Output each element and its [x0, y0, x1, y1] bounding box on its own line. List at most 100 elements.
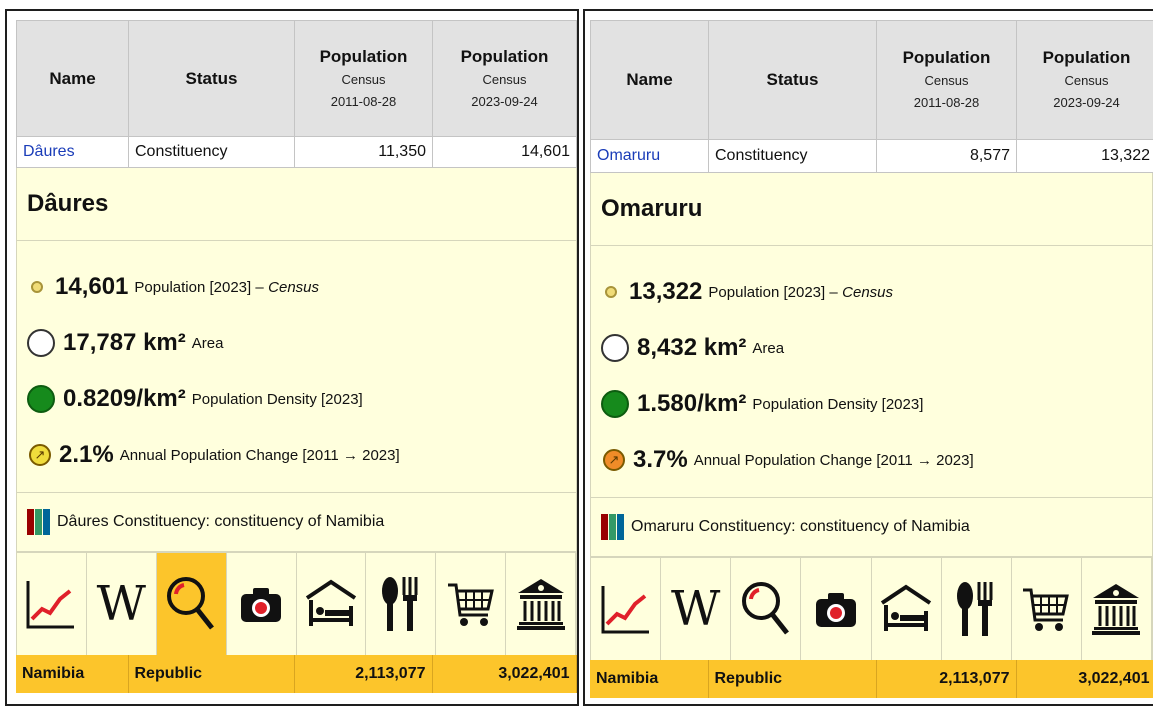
table-row: Namibia Republic 2,113,077 3,022,401 [590, 660, 1153, 698]
population-label: Population [2023] – [708, 283, 838, 301]
density-circle-icon [601, 390, 629, 418]
area-circle-icon [27, 329, 55, 357]
density-circle-icon [27, 385, 55, 413]
search-icon[interactable] [156, 553, 227, 655]
place-link[interactable]: Dâures [23, 143, 75, 160]
country-pop-2011: 2,113,077 [294, 655, 433, 693]
stat-density: 1.580/km² Population Density [2023] [601, 376, 1152, 432]
description-text[interactable]: Dâures Constituency: constituency of Nam… [57, 513, 384, 531]
table-header-row: Name Status Population Census 2011-08-28… [16, 20, 577, 137]
country-name[interactable]: Namibia [590, 660, 709, 698]
country-pop-2011: 2,113,077 [876, 660, 1017, 698]
info-box: Omaruru 13,322 Population [2023] – Censu… [590, 173, 1153, 660]
stats-list: 13,322 Population [2023] – Census 8,432 … [591, 246, 1152, 498]
column-header-status[interactable]: Status [708, 20, 877, 140]
density-value: 0.8209/km² [63, 385, 186, 412]
country-status: Republic [708, 660, 877, 698]
country-row: Namibia Republic 2,113,077 3,022,401 [590, 660, 1153, 698]
population-table: Name Status Population Census 2011-08-28… [16, 20, 577, 168]
population-value: 13,322 [629, 278, 703, 305]
place-link[interactable]: Omaruru [597, 147, 660, 164]
place-panel-daures: Name Status Population Census 2011-08-28… [5, 9, 579, 706]
restaurant-icon[interactable] [366, 553, 437, 655]
museum-icon[interactable] [1081, 558, 1152, 660]
stat-density: 0.8209/km² Population Density [2023] [27, 371, 576, 427]
museum-icon[interactable] [506, 553, 576, 655]
column-header-pop-2023[interactable]: Population Census 2023-09-24 [1016, 20, 1153, 140]
population-dot-icon [605, 286, 617, 298]
wikipedia-icon[interactable]: W [661, 558, 732, 660]
change-value: 3.7% [633, 446, 688, 473]
change-arrow-icon: ↗ [603, 449, 625, 471]
table-row: Namibia Republic 2,113,077 3,022,401 [16, 655, 577, 693]
description[interactable]: Omaruru Constituency: constituency of Na… [591, 498, 1152, 557]
chart-icon[interactable] [591, 558, 662, 660]
info-box: Dâures 14,601 Population [2023] – Census… [16, 168, 577, 655]
area-label: Area [752, 339, 785, 357]
stat-area: 17,787 km² Area [27, 315, 576, 371]
density-label: Population Density [2023] [752, 395, 924, 413]
stats-list: 14,601 Population [2023] – Census 17,787… [17, 241, 576, 493]
population-label: Population [2023] – [134, 278, 264, 296]
cell-pop-2011: 11,350 [294, 136, 433, 168]
stat-area: 8,432 km² Area [601, 320, 1152, 376]
description-text[interactable]: Omaruru Constituency: constituency of Na… [631, 518, 970, 536]
area-value: 17,787 km² [63, 329, 186, 356]
table-row: Dâures Constituency 11,350 14,601 [16, 136, 577, 168]
area-label: Area [191, 334, 224, 352]
population-value: 14,601 [55, 273, 129, 300]
census-label: Census [842, 283, 893, 301]
area-circle-icon [601, 334, 629, 362]
change-label: Annual Population Change [2011 → 2023] [693, 451, 974, 469]
cell-status: Constituency [128, 136, 295, 168]
table-header-row: Name Status Population Census 2011-08-28… [590, 20, 1153, 140]
stat-change: ↗ 2.1% Annual Population Change [2011 → … [27, 427, 576, 483]
density-value: 1.580/km² [637, 390, 747, 417]
population-dot-icon [31, 281, 43, 293]
cell-name[interactable]: Omaruru [590, 139, 709, 173]
camera-icon[interactable] [226, 553, 297, 655]
cell-pop-2011: 8,577 [876, 139, 1017, 173]
place-title: Omaruru [591, 173, 1152, 246]
wikipedia-icon[interactable]: W [86, 553, 157, 655]
cell-name[interactable]: Dâures [16, 136, 129, 168]
wikidata-icon [27, 509, 51, 535]
icon-bar: W [17, 552, 576, 655]
column-header-status[interactable]: Status [128, 20, 295, 137]
column-header-pop-2023[interactable]: Population Census 2023-09-24 [432, 20, 577, 137]
cell-pop-2023: 14,601 [432, 136, 577, 168]
table-row: Omaruru Constituency 8,577 13,322 [590, 139, 1153, 173]
hotel-icon[interactable] [871, 558, 942, 660]
shopping-cart-icon[interactable] [1011, 558, 1082, 660]
hotel-icon[interactable] [296, 553, 367, 655]
chart-icon[interactable] [17, 553, 87, 655]
column-header-name[interactable]: Name [590, 20, 709, 140]
stat-change: ↗ 3.7% Annual Population Change [2011 → … [601, 432, 1152, 488]
column-header-pop-2011[interactable]: Population Census 2011-08-28 [876, 20, 1017, 140]
stat-population: 13,322 Population [2023] – Census [601, 264, 1152, 320]
country-row: Namibia Republic 2,113,077 3,022,401 [16, 655, 577, 693]
stat-population: 14,601 Population [2023] – Census [27, 259, 576, 315]
shopping-cart-icon[interactable] [436, 553, 507, 655]
density-label: Population Density [2023] [191, 390, 363, 408]
area-value: 8,432 km² [637, 334, 747, 361]
camera-icon[interactable] [801, 558, 872, 660]
description[interactable]: Dâures Constituency: constituency of Nam… [17, 493, 576, 552]
country-pop-2023: 3,022,401 [432, 655, 577, 693]
country-status: Republic [128, 655, 295, 693]
column-header-name[interactable]: Name [16, 20, 129, 137]
cell-pop-2023: 13,322 [1016, 139, 1153, 173]
restaurant-icon[interactable] [941, 558, 1012, 660]
cell-status: Constituency [708, 139, 877, 173]
country-pop-2023: 3,022,401 [1016, 660, 1153, 698]
census-label: Census [268, 278, 319, 296]
country-name[interactable]: Namibia [16, 655, 129, 693]
column-header-pop-2011[interactable]: Population Census 2011-08-28 [294, 20, 433, 137]
change-arrow-icon: ↗ [29, 444, 51, 466]
icon-bar: W [591, 557, 1152, 660]
change-value: 2.1% [59, 441, 114, 468]
place-panel-omaruru: Name Status Population Census 2011-08-28… [583, 9, 1153, 706]
wikidata-icon [601, 514, 625, 540]
search-icon[interactable] [731, 558, 802, 660]
change-label: Annual Population Change [2011 → 2023] [119, 446, 400, 464]
